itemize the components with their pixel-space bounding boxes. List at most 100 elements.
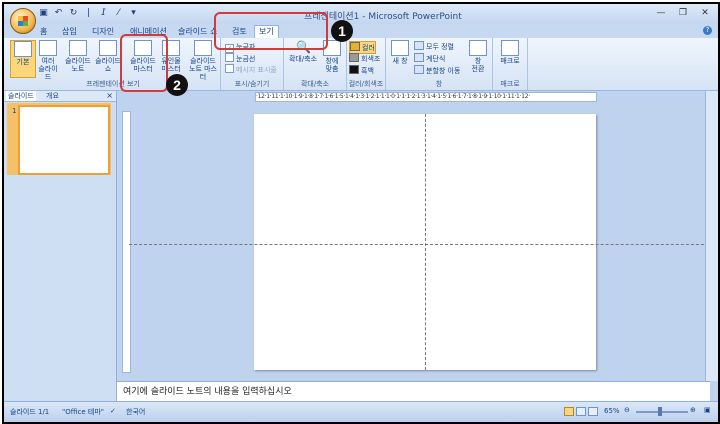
zoom-level[interactable]: 65%: [604, 407, 620, 415]
slide-count: 슬라이드 1/1: [10, 408, 50, 416]
window-group-label: 창: [435, 80, 443, 88]
horizontal-guide[interactable]: [129, 244, 718, 245]
notes-page-label: 슬라이드 노트: [65, 57, 91, 73]
zoom-label: 확대/축소: [288, 55, 318, 63]
black-white-swatch-icon: [349, 65, 359, 74]
gridlines-check-icon: [225, 53, 234, 62]
office-logo-icon: [18, 16, 28, 26]
window-controls: — ❐ ✕: [654, 7, 712, 19]
message-bar-label: 메시지 표시줄: [236, 66, 277, 74]
tab-slides[interactable]: 슬라이드: [6, 91, 36, 101]
quick-access-toolbar: ▣ ↶ ↻ | 𝘐 ⁄ ▾: [38, 8, 139, 19]
panel-close-icon[interactable]: ×: [106, 91, 113, 101]
close-icon[interactable]: ✕: [698, 7, 712, 19]
slide[interactable]: [129, 114, 718, 370]
normal-view-shortcut-icon[interactable]: [564, 407, 574, 416]
vertical-scrollbar[interactable]: [705, 91, 718, 381]
slide-sorter-button[interactable]: 여러 슬라이드: [36, 40, 60, 81]
normal-view-label: 기본: [16, 58, 30, 66]
spell-check-icon[interactable]: ✓: [110, 407, 116, 415]
message-bar-checkbox: 메시지 표시줄: [225, 64, 277, 75]
normal-view-icon: [14, 41, 32, 57]
new-window-button[interactable]: 새 창: [388, 40, 412, 65]
callout-highlight-slide-master: [120, 34, 168, 92]
tab-home[interactable]: 홈: [40, 26, 47, 38]
theme-name: "Office 테마": [62, 408, 104, 416]
cascade-label: 계단식: [426, 55, 446, 63]
black-white-button[interactable]: 흑백: [349, 65, 374, 76]
zoom-slider-thumb[interactable]: [658, 407, 662, 416]
switch-window-label: 창 전환: [471, 57, 485, 73]
restore-icon[interactable]: ❐: [676, 7, 690, 19]
vertical-guide[interactable]: [425, 114, 426, 370]
tab-outline[interactable]: 개요: [46, 91, 59, 101]
view-shortcuts: [564, 407, 598, 416]
slide-thumbnail[interactable]: [18, 105, 110, 175]
notes-page-button[interactable]: 슬라이드 노트: [64, 40, 92, 73]
gridlines-label: 눈금선: [236, 55, 256, 63]
move-split-icon: [414, 65, 424, 74]
switch-window-button[interactable]: 창 전환: [466, 40, 490, 73]
slideshow-shortcut-icon[interactable]: [588, 407, 598, 416]
dropdown-icon[interactable]: ▾: [128, 8, 139, 19]
horizontal-ruler: ·12·1·11·1·10·1·9·1·8·1·7·1·6·1·5·1·4·1·…: [255, 92, 597, 102]
redo-icon[interactable]: ↻: [68, 8, 79, 19]
cascade-icon: [414, 53, 424, 62]
tab-insert[interactable]: 삽입: [62, 26, 77, 38]
zoom-group-label: 확대/축소: [300, 80, 330, 88]
color-group: 컬러 회색조 흑백 컬러/회색조: [347, 38, 386, 90]
slide-sorter-label: 여러 슬라이드: [38, 57, 58, 81]
zoom-in-icon[interactable]: ⊕: [690, 406, 696, 414]
callout-highlight-view-tab: [214, 12, 328, 50]
format-icon[interactable]: ⁄: [113, 8, 124, 19]
arrange-all-icon: [414, 41, 424, 50]
macro-button[interactable]: 매크로: [497, 40, 523, 65]
status-bar: 슬라이드 1/1 "Office 테마" ✓ 한국어 65% ⊖ ⊕ ▣: [4, 401, 718, 422]
new-window-label: 새 창: [392, 57, 408, 65]
callout-number-1: 1: [331, 20, 353, 42]
notes-page-icon: [69, 40, 87, 56]
zoom-slider[interactable]: [636, 411, 688, 413]
sorter-view-shortcut-icon[interactable]: [576, 407, 586, 416]
save-icon[interactable]: ▣: [38, 8, 49, 19]
slideshow-button[interactable]: 슬라이드 쇼: [94, 40, 122, 73]
macro-group: 매크로 매크로: [493, 38, 528, 90]
slideshow-label: 슬라이드 쇼: [95, 57, 121, 73]
macro-icon: [501, 40, 519, 56]
notes-master-icon: [194, 40, 212, 56]
window-group: 새 창 모두 정렬 계단식 분할창 이동 창 전환 창: [386, 38, 493, 90]
cascade-button[interactable]: 계단식: [414, 53, 445, 64]
slides-panel: 슬라이드 개요 × 1: [4, 91, 117, 401]
minimize-icon[interactable]: —: [654, 7, 668, 19]
move-split-button[interactable]: 분할창 이동: [414, 65, 460, 76]
help-icon[interactable]: ?: [703, 26, 712, 35]
undo-icon[interactable]: ↶: [53, 8, 64, 19]
tab-slideshow[interactable]: 슬라이드 쇼: [178, 26, 217, 38]
panel-tabs: 슬라이드 개요 ×: [4, 91, 116, 102]
vertical-ruler: [122, 111, 131, 373]
grayscale-button[interactable]: 회색조: [349, 53, 380, 64]
black-white-label: 흑백: [361, 67, 374, 75]
new-window-icon: [391, 40, 409, 56]
office-button[interactable]: [10, 8, 36, 34]
italic-icon[interactable]: 𝘐: [98, 8, 109, 19]
slideshow-icon: [99, 40, 117, 56]
title-bar: ▣ ↶ ↻ | 𝘐 ⁄ ▾ 프레젠테이션1 - Microsoft PowerP…: [4, 4, 718, 24]
arrange-all-button[interactable]: 모두 정렬: [414, 41, 454, 52]
arrange-all-label: 모두 정렬: [426, 43, 454, 51]
callout-number-2: 2: [166, 74, 188, 96]
notes-pane[interactable]: 여기에 슬라이드 노트의 내용을 입력하십시오: [117, 381, 710, 402]
language: 한국어: [126, 408, 146, 416]
normal-view-button[interactable]: 기본: [10, 40, 36, 78]
views-group: 기본 여러 슬라이드 슬라이드 노트 슬라이드 쇼 슬라이드 마스터 유인물 마…: [6, 38, 221, 90]
gridlines-checkbox[interactable]: 눈금선: [225, 53, 255, 64]
macro-group-label: 매크로: [500, 80, 520, 88]
color-label: 컬러: [362, 44, 375, 52]
slide-sorter-icon: [39, 40, 57, 56]
fit-slide-icon[interactable]: ▣: [704, 406, 711, 414]
slide-canvas: ·12·1·11·1·10·1·9·1·8·1·7·1·6·1·5·1·4·1·…: [117, 91, 718, 383]
color-group-label: 컬러/회색조: [348, 80, 384, 88]
color-swatch-icon: [350, 42, 360, 51]
tab-design[interactable]: 디자인: [92, 26, 114, 38]
zoom-out-icon[interactable]: ⊖: [624, 406, 630, 414]
